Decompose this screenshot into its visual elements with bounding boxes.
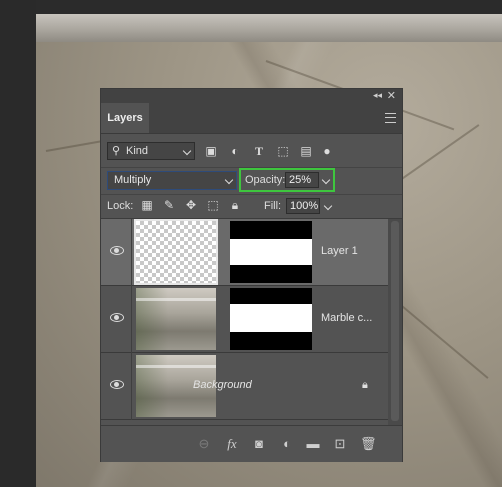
layer-name[interactable]: Background [193,379,252,391]
left-toolbar-strip [0,0,36,487]
fill-dropdown[interactable] [323,198,335,214]
marble-vein [395,300,489,379]
tab-layers[interactable]: Layers [101,103,149,133]
mask-white-area [230,239,312,265]
layer-thumbnail[interactable] [136,288,216,350]
layer-name[interactable]: Marble c... [321,312,372,324]
lock-label: Lock: [107,200,134,212]
lock-icon: 🔒︎ [362,379,368,391]
layers-list: Layer 1 Marble c... Background 🔒︎ [101,218,402,425]
visibility-eye-icon[interactable] [110,246,124,255]
photo-detail [136,298,216,301]
layer-name[interactable]: Layer 1 [321,245,358,257]
chevron-down-icon [323,201,333,211]
photo-detail [136,365,216,368]
visibility-eye-icon[interactable] [110,380,124,389]
scrollbar-thumb[interactable] [391,221,399,421]
new-layer-icon[interactable]: ⊡ [333,437,347,451]
opacity-highlight: Opacity: 25% [239,168,335,192]
divider [131,286,132,353]
lock-all-icon[interactable]: 🔒︎ [229,199,241,211]
opacity-dropdown[interactable] [321,172,333,188]
divider [131,353,132,420]
smart-object-filter-icon[interactable]: ▤ [300,145,312,157]
blend-mode-select[interactable]: Multiply [107,171,237,190]
divider [131,219,132,286]
fx-icon[interactable]: fx [225,437,239,451]
mask-icon[interactable]: ◙ [252,437,266,451]
search-icon: ⚲ [112,145,121,157]
kind-filter-select[interactable]: ⚲ Kind [107,142,195,160]
layer-mask-thumbnail[interactable] [230,288,312,350]
visibility-eye-icon[interactable] [110,313,124,322]
opacity-input[interactable]: 25% [285,172,319,188]
lock-artboard-icon[interactable]: ⬚ [207,199,219,211]
chevron-down-icon [321,175,331,185]
lock-transparent-pixels-icon[interactable]: ▦ [141,199,153,211]
panel-title-bar[interactable]: ◂◂ ✕ [101,89,402,103]
fill-input[interactable]: 100% [286,198,320,214]
collapse-panel-icon[interactable]: ◂◂ [373,90,382,101]
image-filter-icon[interactable]: ▣ [205,145,217,157]
trash-icon[interactable]: 🗑︎ [360,437,377,451]
group-folder-icon[interactable]: ▬ [306,437,320,451]
lock-position-icon[interactable]: ✥ [185,199,197,211]
adjustment-icon[interactable]: ◐ [280,437,294,451]
mask-white-area [230,304,312,332]
opacity-label: Opacity: [245,174,286,186]
link-icon[interactable]: ⊖ [197,437,211,451]
filter-row: ⚲ Kind ▣ ◐ T ⬚ ▤ ● [101,139,402,163]
layer-thumbnail[interactable] [134,219,218,285]
toggle-filter-icon[interactable]: ● [321,145,333,157]
shape-filter-icon[interactable]: ⬚ [277,145,289,157]
panel-footer: ⊖ fx ◙ ◐ ▬ ⊡ 🗑︎ [101,425,402,462]
adjustment-filter-icon[interactable]: ◐ [229,145,241,157]
image-frame-edge [36,14,502,42]
layer-row[interactable]: Marble c... [101,286,388,353]
panel-menu-icon[interactable] [385,113,396,123]
lock-image-pixels-icon[interactable]: ✎ [163,199,175,211]
kind-label: Kind [126,145,149,157]
lock-row: Lock: ▦ ✎ ✥ ⬚ 🔒︎ Fill: 100% [101,194,402,217]
marble-vein [45,139,106,152]
blend-mode-value: Multiply [114,174,152,186]
type-filter-icon[interactable]: T [253,145,265,157]
canvas-top-edge [36,0,502,14]
layer-row[interactable]: Layer 1 [101,219,388,286]
layer-mask-thumbnail[interactable] [230,221,312,283]
layer-row[interactable]: Background 🔒︎ [101,353,388,420]
close-panel-icon[interactable]: ✕ [387,89,396,102]
chevron-down-icon [224,175,234,185]
layers-scrollbar[interactable] [388,219,402,425]
chevron-down-icon [182,146,192,156]
layers-panel: ◂◂ ✕ Layers ⚲ Kind ▣ ◐ T ⬚ ▤ ● Multiply … [100,88,403,462]
blend-row: Multiply Opacity: 25% [101,167,402,192]
panel-tab-bar: Layers [101,103,402,134]
fill-label: Fill: [264,200,282,212]
